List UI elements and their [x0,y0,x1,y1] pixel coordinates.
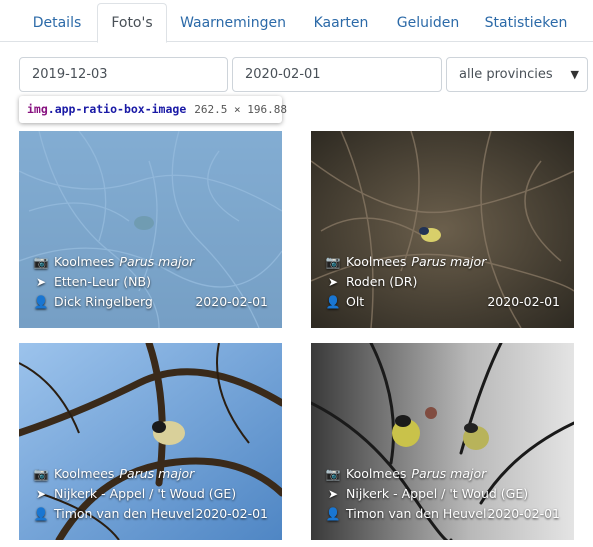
location-arrow-icon: ➤ [327,487,339,501]
location-arrow-icon: ➤ [35,275,47,289]
date-to-input[interactable]: 2020-02-01 [232,57,442,92]
photo-observer[interactable]: Olt [346,292,364,312]
photo-location[interactable]: Roden (DR) [346,272,417,292]
date-from-input[interactable]: 2019-12-03 [19,57,228,92]
photo-observer[interactable]: Dick Ringelberg [54,292,153,312]
scientific-name: Parus major [119,466,195,481]
tab-bar: Details Foto's Waarnemingen Kaarten Gelu… [0,0,593,43]
tooltip-class: .app-ratio-box-image [47,102,187,116]
photo-card[interactable]: 📷 Koolmees Parus major ➤ Nijkerk - Appel / … [311,343,574,540]
species-name: Koolmees [346,254,407,269]
photo-date: 2020-02-01 [195,294,268,309]
species-name: Koolmees [346,466,407,481]
tab-geluiden[interactable]: Geluiden [386,3,470,43]
user-icon: 👤 [325,295,341,309]
photo-caption: 📷 Koolmees Parus major ➤ Roden (DR) 👤 Olt 202… [325,252,560,312]
location-arrow-icon: ➤ [327,275,339,289]
photo-date: 2020-02-01 [487,294,560,309]
scientific-name: Parus major [411,466,487,481]
photo-card[interactable]: 📷 Koolmees Parus major ➤ Etten-Leur (NB) 👤 D… [19,131,282,328]
scientific-name: Parus major [119,254,195,269]
chevron-down-icon: ▼ [570,68,579,81]
camera-icon: 📷 [33,467,49,481]
province-select[interactable]: alle provincies ▼ [446,57,588,92]
photo-caption: 📷 Koolmees Parus major ➤ Nijkerk - Appel / … [325,464,560,524]
photo-location[interactable]: Nijkerk - Appel / 't Woud (GE) [346,484,528,504]
photo-caption: 📷 Koolmees Parus major ➤ Nijkerk - Appel / … [33,464,268,524]
camera-icon: 📷 [325,255,341,269]
tooltip-dimensions: 262.5 × 196.88 [194,103,287,116]
photo-date: 2020-02-01 [195,506,268,521]
species-name: Koolmees [54,254,115,269]
camera-icon: 📷 [325,467,341,481]
photo-card[interactable]: 📷 Koolmees Parus major ➤ Nijkerk - Appel / … [19,343,282,540]
user-icon: 👤 [33,295,49,309]
photo-location[interactable]: Nijkerk - Appel / 't Woud (GE) [54,484,236,504]
tooltip-tag: img [27,102,48,116]
tab-fotos[interactable]: Foto's [97,3,167,43]
tab-statistieken[interactable]: Statistieken [475,3,577,43]
devtools-tooltip: img.app-ratio-box-image 262.5 × 196.88 [19,96,287,123]
species-name: Koolmees [54,466,115,481]
photo-date: 2020-02-01 [487,506,560,521]
photo-location[interactable]: Etten-Leur (NB) [54,272,151,292]
tab-kaarten[interactable]: Kaarten [301,3,381,43]
location-arrow-icon: ➤ [35,487,47,501]
photo-observer[interactable]: Timon van den Heuvel [346,504,487,524]
camera-icon: 📷 [33,255,49,269]
user-icon: 👤 [325,507,341,521]
province-select-value: alle provincies [459,67,553,82]
user-icon: 👤 [33,507,49,521]
scientific-name: Parus major [411,254,487,269]
photo-observer[interactable]: Timon van den Heuvel [54,504,195,524]
photo-card[interactable]: 📷 Koolmees Parus major ➤ Roden (DR) 👤 Olt 202… [311,131,574,328]
photo-caption: 📷 Koolmees Parus major ➤ Etten-Leur (NB) 👤 D… [33,252,268,312]
tab-waarnemingen[interactable]: Waarnemingen [171,3,295,43]
tab-details[interactable]: Details [19,3,95,43]
